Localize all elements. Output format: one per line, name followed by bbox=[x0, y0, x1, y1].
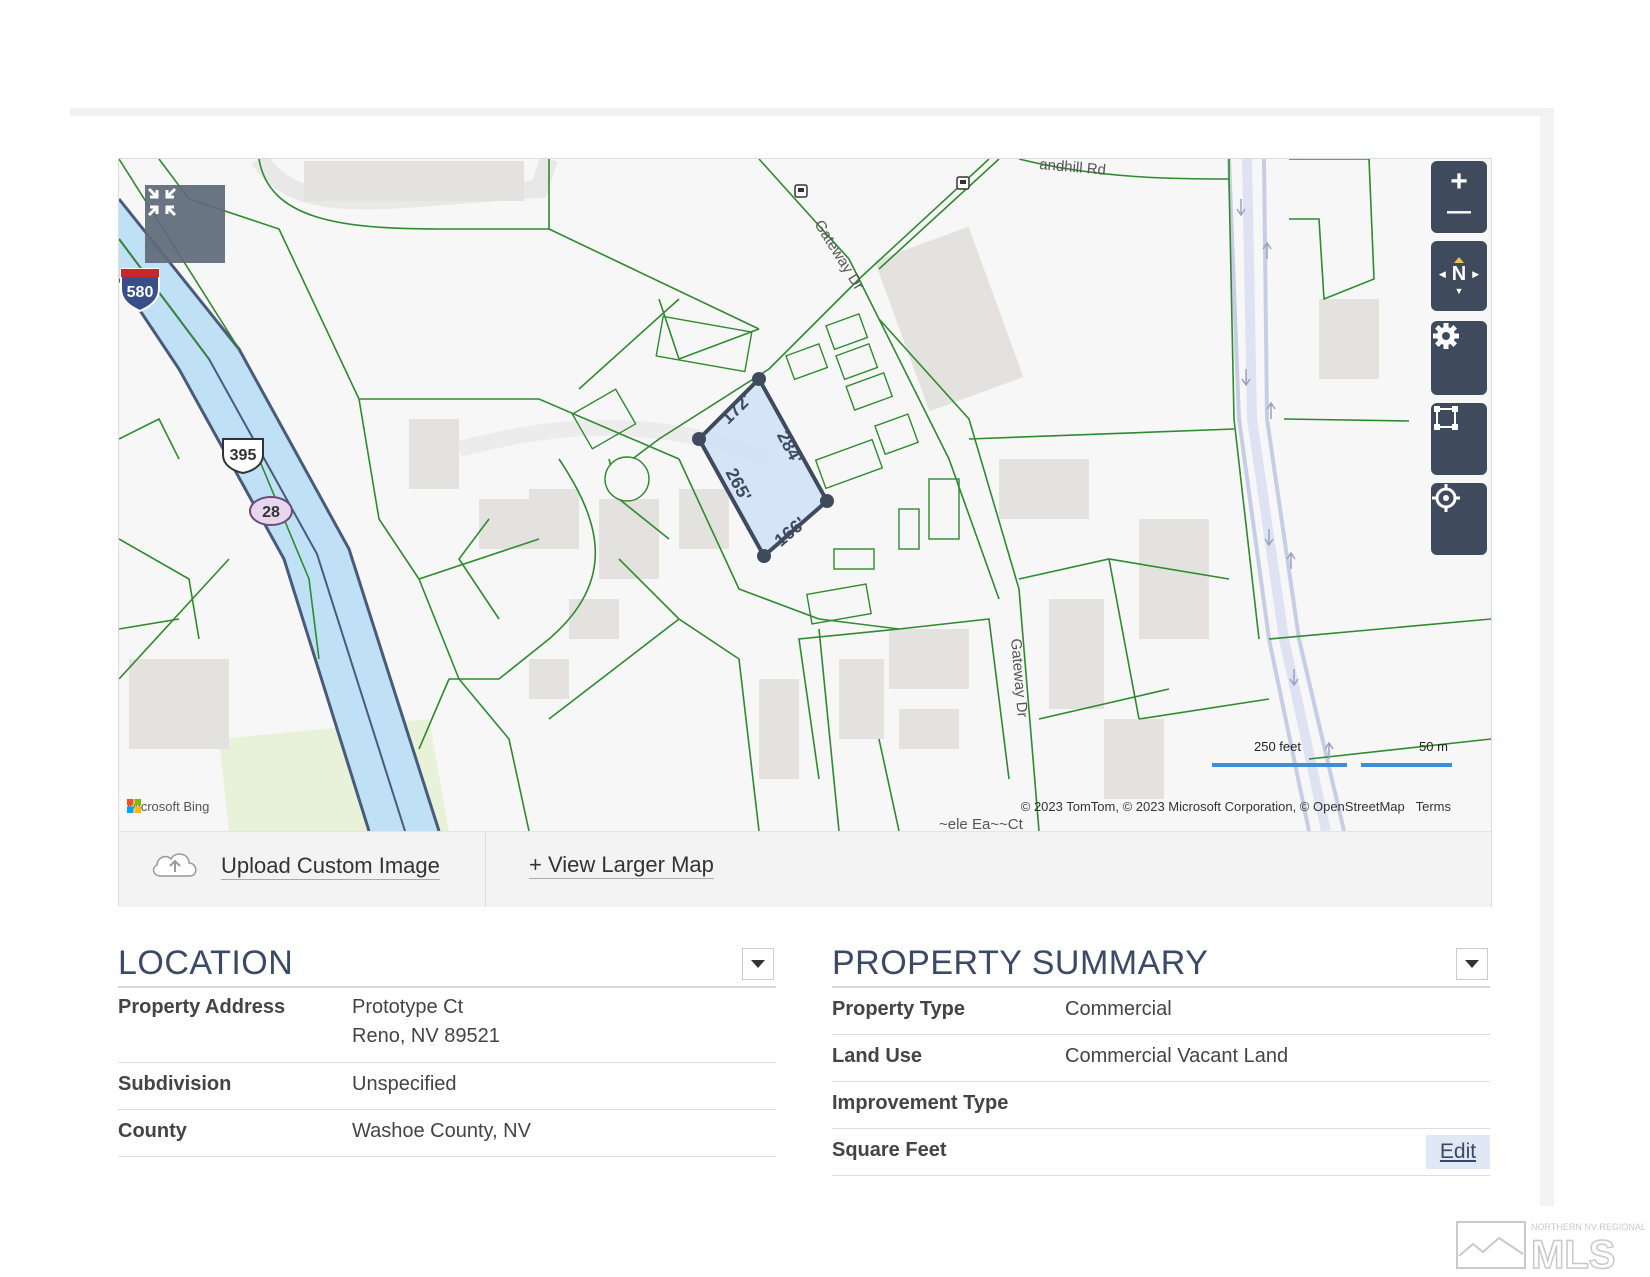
rotate-right-icon: ▶ bbox=[1472, 268, 1480, 279]
scale-bar-meters bbox=[1361, 763, 1452, 767]
subdivision-value: Unspecified bbox=[352, 1073, 457, 1095]
address-label: Property Address bbox=[118, 996, 286, 1018]
collapse-map-button[interactable] bbox=[145, 185, 225, 263]
location-title: LOCATION bbox=[118, 944, 294, 982]
gear-icon bbox=[1433, 323, 1459, 349]
square-feet-edit-button[interactable]: Edit bbox=[1426, 1135, 1490, 1169]
map-panel: 172' 284' 166' 265' andhill Rd Gateway D… bbox=[118, 158, 1492, 907]
bus-stop-icon bbox=[794, 184, 808, 198]
scale-bar-feet bbox=[1212, 763, 1347, 767]
property-summary-collapse-button[interactable] bbox=[1456, 948, 1488, 980]
location-collapse-button[interactable] bbox=[742, 948, 774, 980]
mls-logo-icon: NORTHERN NV REGIONAL MLS bbox=[1456, 1221, 1646, 1277]
rotate-left-icon: ◀ bbox=[1438, 268, 1446, 279]
view-larger-map-link[interactable]: + View Larger Map bbox=[529, 852, 714, 879]
improvement-type-label: Improvement Type bbox=[832, 1092, 1009, 1114]
upload-custom-image-label: Upload Custom Image bbox=[221, 852, 440, 880]
upload-custom-image-button[interactable]: Upload Custom Image bbox=[149, 848, 440, 884]
compass-button[interactable]: ◀ N ▶ ▼ bbox=[1431, 241, 1487, 311]
map-footer: Upload Custom Image + View Larger Map bbox=[119, 831, 1491, 907]
property-type-value: Commercial bbox=[1065, 998, 1172, 1020]
zoom-out-button[interactable]: — bbox=[1431, 197, 1487, 227]
sr28-label: 28 bbox=[262, 504, 280, 521]
zoom-in-button[interactable]: + bbox=[1431, 167, 1487, 197]
terms-link[interactable]: Terms bbox=[1416, 799, 1451, 814]
i580-label: 580 bbox=[127, 284, 154, 301]
property-summary-section: PROPERTY SUMMARY Property Type Commercia… bbox=[832, 940, 1490, 1176]
land-use-label: Land Use bbox=[832, 1045, 923, 1067]
bing-attribution: Microsoft Bing bbox=[127, 799, 209, 814]
settings-button[interactable] bbox=[1431, 321, 1487, 395]
property-summary-title: PROPERTY SUMMARY bbox=[832, 944, 1209, 982]
land-use-value: Commercial Vacant Land bbox=[1065, 1045, 1289, 1067]
us395-label: 395 bbox=[230, 447, 257, 464]
location-section: LOCATION Property Address Prototype Ct R… bbox=[118, 940, 776, 1157]
crosshair-icon bbox=[1432, 484, 1460, 512]
footer-divider bbox=[485, 832, 486, 907]
mls-watermark: NORTHERN NV REGIONAL MLS bbox=[1455, 1218, 1646, 1277]
bus-stop-icon bbox=[956, 176, 970, 190]
address-line1: Prototype Ct bbox=[352, 996, 464, 1018]
address-line2: Reno, NV 89521 bbox=[352, 1025, 500, 1047]
compass-north-label: N bbox=[1451, 262, 1467, 285]
copyright-text: © 2023 TomTom, © 2023 Microsoft Corporat… bbox=[1020, 799, 1405, 814]
us395-shield-icon: 395 bbox=[222, 438, 264, 475]
location-header: LOCATION bbox=[118, 940, 776, 988]
south-arrow-icon: ▼ bbox=[1454, 285, 1464, 296]
county-value: Washoe County, NV bbox=[352, 1120, 531, 1142]
summary-row-land-use: Land Use Commercial Vacant Land bbox=[832, 1035, 1490, 1082]
subdivision-label: Subdivision bbox=[118, 1073, 232, 1095]
microsoft-logo-icon bbox=[127, 799, 141, 813]
square-feet-label: Square Feet bbox=[832, 1139, 947, 1161]
caret-down-icon bbox=[751, 960, 765, 968]
location-row-county: County Washoe County, NV bbox=[118, 1110, 776, 1157]
property-type-label: Property Type bbox=[832, 998, 965, 1020]
caret-down-icon bbox=[1465, 960, 1479, 968]
locate-button[interactable] bbox=[1431, 483, 1487, 555]
sr28-shield-icon: 28 bbox=[249, 496, 293, 526]
draw-area-button[interactable] bbox=[1431, 403, 1487, 475]
summary-row-improvement-type: Improvement Type bbox=[832, 1082, 1490, 1129]
map-svg: 172' 284' 166' 265' andhill Rd Gateway D… bbox=[119, 159, 1491, 831]
zoom-control: + — bbox=[1431, 161, 1487, 233]
mls-text: MLS bbox=[1531, 1233, 1615, 1272]
scale-meters-label: 50 m bbox=[1419, 739, 1448, 754]
cloud-upload-icon bbox=[152, 853, 197, 877]
property-summary-header: PROPERTY SUMMARY bbox=[832, 940, 1490, 988]
map-copyright: © 2023 TomTom, © 2023 Microsoft Corporat… bbox=[1021, 799, 1451, 814]
scale-feet-label: 250 feet bbox=[1254, 739, 1301, 754]
summary-row-property-type: Property Type Commercial bbox=[832, 988, 1490, 1035]
select-area-icon bbox=[1434, 406, 1458, 430]
location-row-subdivision: Subdivision Unspecified bbox=[118, 1063, 776, 1110]
map-canvas[interactable]: 172' 284' 166' 265' andhill Rd Gateway D… bbox=[119, 159, 1491, 831]
street-bottom-fragment: ~ele Ea~~Ct bbox=[939, 816, 1024, 831]
mls-top-text: NORTHERN NV REGIONAL bbox=[1531, 1222, 1645, 1232]
county-label: County bbox=[118, 1120, 187, 1142]
summary-row-square-feet: Square Feet Edit bbox=[832, 1129, 1490, 1176]
collapse-icon bbox=[147, 187, 177, 217]
location-row-address: Property Address Prototype Ct Reno, NV 8… bbox=[118, 988, 776, 1063]
